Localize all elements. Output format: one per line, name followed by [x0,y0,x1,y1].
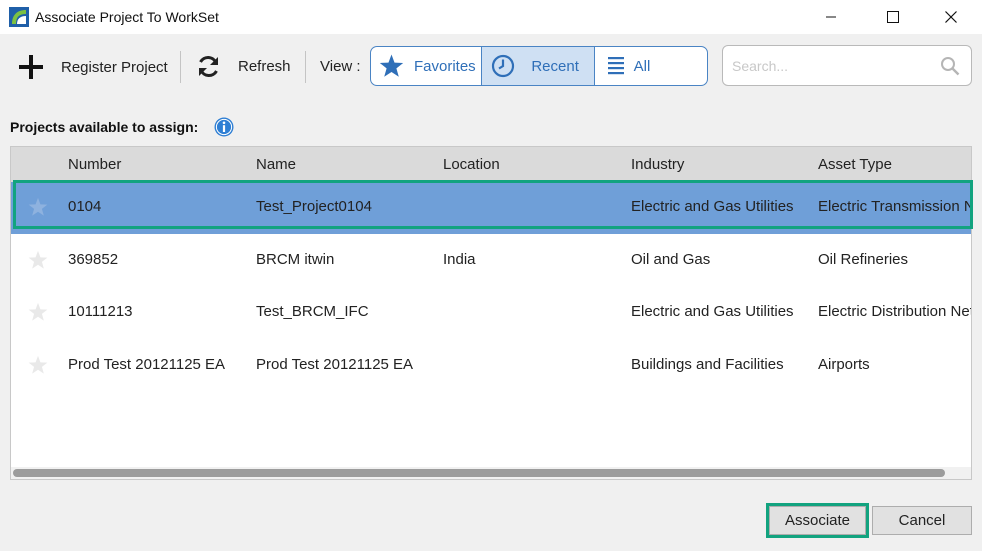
cell-industry: Buildings and Facilities [631,356,784,373]
favorite-star-icon[interactable] [28,250,48,270]
view-favorites-label: Favorites [414,57,476,75]
horizontal-scrollbar[interactable] [11,467,971,479]
view-label: View : [320,58,361,75]
table-row[interactable]: 10111213 Test_BRCM_IFC Electric and Gas … [11,287,971,339]
favorite-star-icon[interactable] [28,355,48,375]
cell-asset-type: Airports [818,356,870,373]
cell-asset-type: Electric Distribution Network [818,303,971,320]
view-favorites-button[interactable]: Favorites [371,47,483,85]
column-header-location[interactable]: Location [443,156,500,173]
toolbar-divider [305,51,306,83]
cell-number: Prod Test 20121125 EA [68,356,226,373]
projects-table: Number Name Location Industry Asset Type… [10,146,972,480]
associate-button[interactable]: Associate [769,506,866,535]
search-box [722,45,972,86]
favorite-star-icon[interactable] [28,302,48,322]
close-button[interactable] [928,0,974,34]
maximize-icon [887,11,899,23]
star-icon [379,54,404,77]
refresh-icon [199,55,218,78]
table-header: Number Name Location Industry Asset Type [11,147,971,182]
cell-industry: Electric and Gas Utilities [631,198,794,215]
cell-name: Test_BRCM_IFC [256,303,369,320]
cancel-button[interactable]: Cancel [872,506,972,535]
info-icon[interactable] [214,117,234,137]
table-row[interactable]: Prod Test 20121125 EA Prod Test 20121125… [11,340,971,392]
cell-asset-type: Oil Refineries [818,251,909,268]
title-bar: Associate Project To WorkSet [0,0,982,34]
projects-section-label: Projects available to assign: [10,119,199,135]
app-logo-icon [9,7,29,27]
register-project-label: Register Project [61,58,168,76]
cell-number: 369852 [68,251,119,268]
table-row[interactable]: 369852 BRCM itwin India Oil and Gas Oil … [11,235,971,287]
toolbar-divider [180,51,181,83]
view-recent-button[interactable]: Recent [482,47,595,85]
cell-number: 10111213 [68,303,133,320]
plus-icon [19,55,43,79]
view-recent-label: Recent [531,57,579,75]
refresh-label: Refresh [238,58,291,75]
cell-industry: Electric and Gas Utilities [631,303,794,320]
view-all-label: All [633,57,651,75]
close-icon [945,11,957,23]
cell-name: Test_Project0104 [256,198,372,215]
register-project-button[interactable]: Register Project [18,54,168,80]
column-header-industry[interactable]: Industry [631,156,684,173]
view-toggle-group: Favorites Recent All [370,46,708,86]
cell-industry: Oil and Gas [631,251,711,268]
scrollbar-thumb[interactable] [13,469,945,477]
table-row[interactable]: 0104 Test_Project0104 Electric and Gas U… [11,182,971,234]
maximize-button[interactable] [870,0,916,34]
favorite-star-icon[interactable] [28,197,48,217]
cell-name: BRCM itwin [256,251,335,268]
toolbar: Register Project Refresh View : Favorite… [0,34,982,100]
list-icon [607,57,624,75]
column-header-number[interactable]: Number [68,156,121,173]
cell-location: India [443,251,476,268]
column-header-name[interactable]: Name [256,156,296,173]
cell-name: Prod Test 20121125 EA [256,356,414,373]
cell-asset-type: Electric Transmission Network [818,198,971,215]
column-header-asset-type[interactable]: Asset Type [818,156,892,173]
minimize-icon [826,16,836,18]
search-input[interactable] [732,56,932,76]
refresh-button[interactable]: Refresh [196,54,291,79]
minimize-button[interactable] [808,0,854,34]
search-icon[interactable] [940,56,960,76]
cell-number: 0104 [68,198,102,215]
view-all-button[interactable]: All [595,47,707,85]
clock-icon [492,54,515,78]
window-title: Associate Project To WorkSet [35,9,219,25]
